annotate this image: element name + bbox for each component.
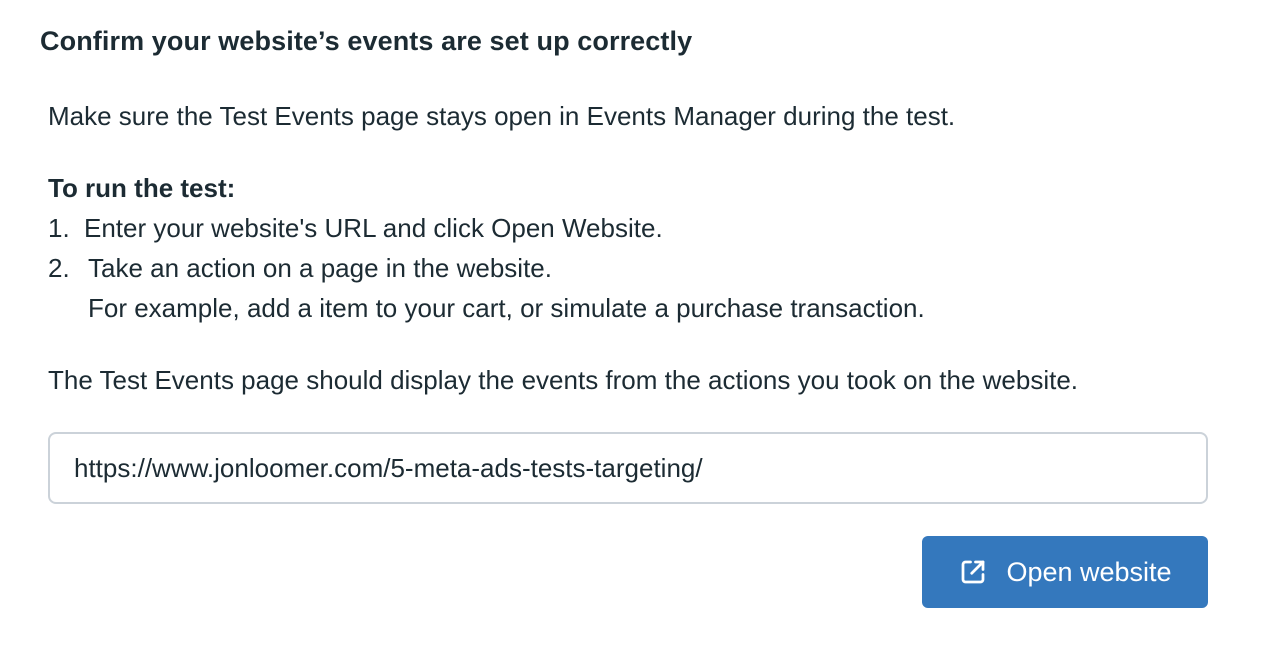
step-text: Enter your website's URL and click Open …	[84, 213, 663, 243]
external-link-icon	[958, 557, 988, 587]
result-text: The Test Events page should display the …	[48, 365, 1079, 395]
step-text: Take an action on a page in the website.	[88, 253, 552, 283]
website-url-input[interactable]	[48, 432, 1208, 504]
step-number: 2.	[48, 253, 70, 283]
step-item: 1. Enter your website's URL and click Op…	[48, 208, 1228, 248]
open-website-button[interactable]: Open website	[922, 536, 1208, 608]
step-number: 1.	[48, 213, 70, 243]
open-website-label: Open website	[1006, 556, 1172, 587]
instructions: Make sure the Test Events page stays ope…	[48, 96, 1228, 400]
step-item: 2. Take an action on a page in the websi…	[48, 248, 1228, 288]
steps-heading: To run the test:	[48, 173, 236, 203]
page-title: Confirm your website’s events are set up…	[40, 26, 693, 56]
step-subtext: For example, add a item to your cart, or…	[88, 293, 925, 323]
intro-text: Make sure the Test Events page stays ope…	[48, 101, 956, 131]
